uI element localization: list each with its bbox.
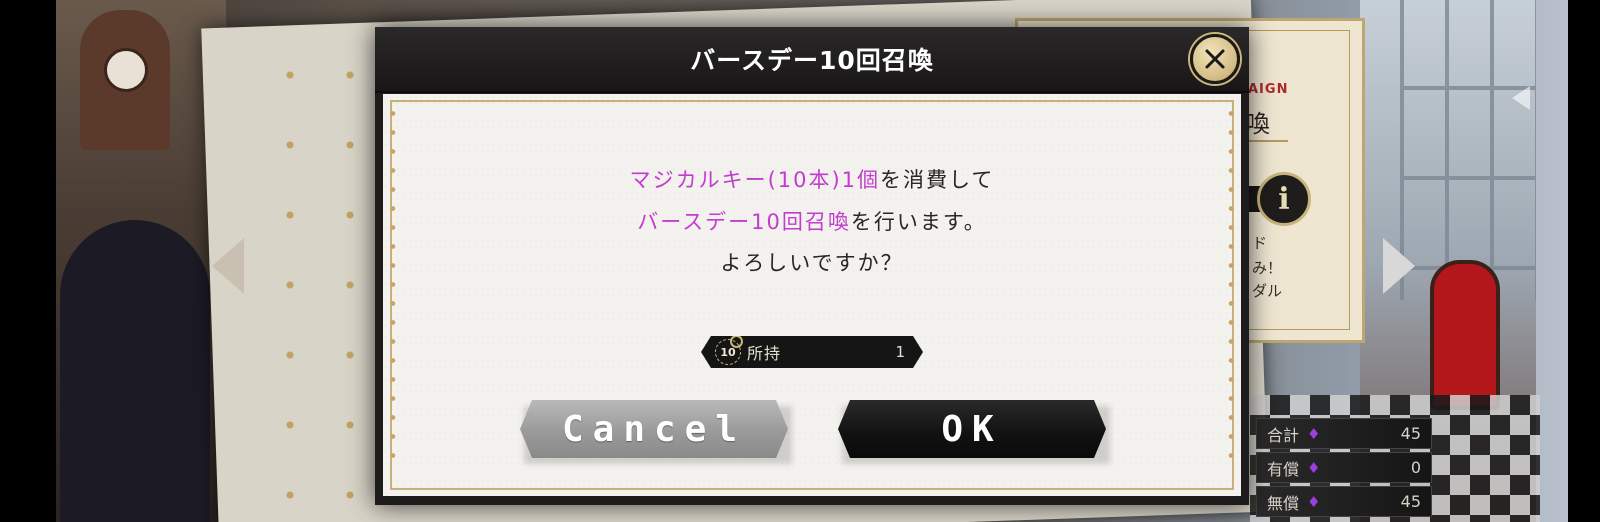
magical-key-icon: 10 xyxy=(715,339,741,365)
currency-free: 無償 ♦ 45 xyxy=(1256,486,1432,517)
campaign-text-line: ダル xyxy=(1252,282,1283,300)
previous-banner-arrow-icon[interactable] xyxy=(212,238,244,294)
dot-border-decoration xyxy=(1228,104,1234,464)
next-banner-arrow-icon[interactable] xyxy=(1383,238,1415,294)
message-text: を消費して xyxy=(880,168,995,192)
dialog-title: バースデー10回召喚 xyxy=(690,46,934,75)
summon-name: バースデー10回召喚 xyxy=(637,210,851,234)
clock-face-icon xyxy=(104,48,148,92)
item-name: マジカルキー(10本)1個 xyxy=(629,168,881,192)
dialog-body: マジカルキー(10本)1個を消費して バースデー10回召喚を行います。 よろしい… xyxy=(383,94,1241,496)
campaign-text-line: み！ xyxy=(1252,259,1283,277)
gem-icon: ♦ xyxy=(1307,492,1321,511)
message-line-2: バースデー10回召喚を行います。 xyxy=(383,206,1241,236)
close-button[interactable] xyxy=(1190,34,1240,84)
currency-label: 無償 xyxy=(1267,493,1300,513)
currency-value: 45 xyxy=(1400,424,1421,443)
currency-label: 有償 xyxy=(1267,459,1300,479)
campaign-divider xyxy=(1248,140,1288,142)
currency-value: 0 xyxy=(1410,458,1421,477)
parchment-dot-pattern xyxy=(260,40,380,500)
mirror-arch-decoration xyxy=(60,220,210,522)
dot-border-decoration xyxy=(390,104,396,464)
message-line-3: よろしいですか？ xyxy=(720,251,904,275)
currency-total: 合計 ♦ 45 xyxy=(1256,418,1432,449)
window-decoration xyxy=(1400,0,1536,300)
campaign-text-line: ド xyxy=(1252,234,1268,252)
message-line-1: マジカルキー(10本)1個を消費して xyxy=(383,164,1241,194)
campaign-label: AIGN xyxy=(1248,82,1289,97)
owned-label: 所持 xyxy=(747,344,782,363)
campaign-title: 喚 xyxy=(1246,110,1270,138)
owned-items-badge: 10 所持 1 xyxy=(701,336,923,368)
info-icon[interactable]: i xyxy=(1257,172,1311,226)
summon-confirm-dialog: バースデー10回召喚 マジカルキー(10本)1個を消費して バースデー10回召喚… xyxy=(375,27,1249,505)
currency-paid: 有償 ♦ 0 xyxy=(1256,452,1432,483)
message-text: を行います。 xyxy=(850,210,987,234)
gem-icon: ♦ xyxy=(1307,424,1321,443)
ok-button[interactable]: OK xyxy=(838,400,1106,458)
dialog-header: バースデー10回召喚 xyxy=(375,27,1249,93)
close-icon xyxy=(1205,49,1225,69)
red-chair-decoration xyxy=(1430,260,1500,410)
gem-icon: ♦ xyxy=(1307,458,1321,477)
currency-value: 45 xyxy=(1400,492,1421,511)
currency-label: 合計 xyxy=(1267,425,1300,445)
cancel-button[interactable]: Cancel xyxy=(520,400,788,458)
side-menu-arrow-icon[interactable] xyxy=(1512,86,1530,110)
owned-count: 1 xyxy=(895,343,905,361)
